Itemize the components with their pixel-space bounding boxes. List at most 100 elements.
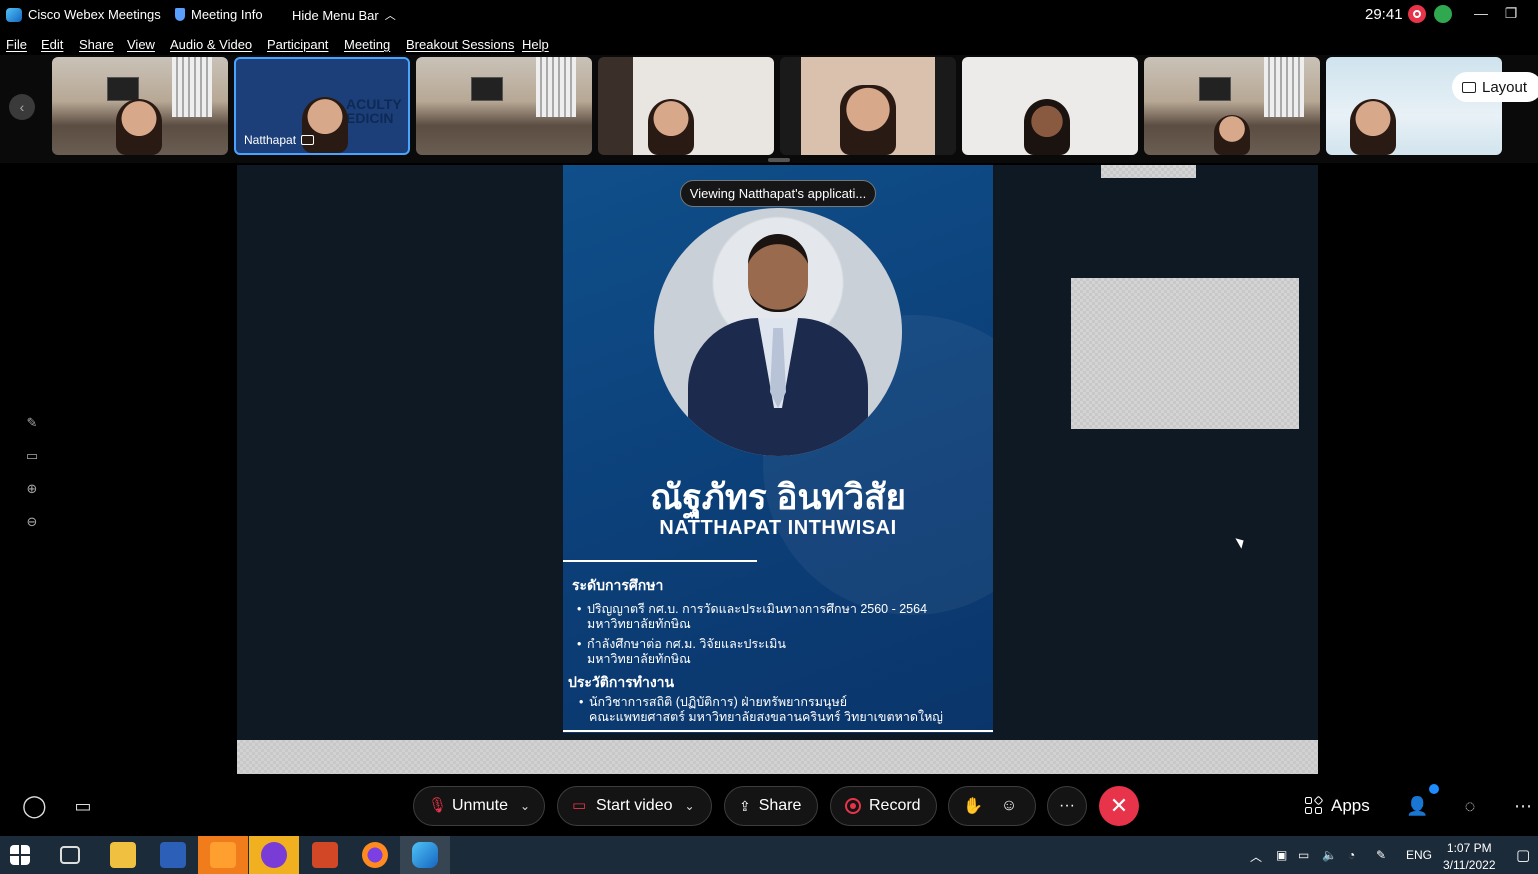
meet-now-icon[interactable]: ▣ [1276, 848, 1287, 862]
participant-video [1214, 115, 1250, 155]
meeting-info-button[interactable]: Meeting Info [175, 7, 263, 22]
unmute-button[interactable]: 🎙 Unmute ⌄ [413, 786, 545, 826]
windows-taskbar: ︿ ▣ ▭ 🔈 ◔ ✎ ENG 1:07 PM 3/11/2022 ▢ [0, 836, 1538, 874]
placeholder-region [1101, 165, 1196, 178]
meeting-timer: 29:41 [1365, 6, 1403, 23]
share-button[interactable]: ⇪ Share [724, 786, 818, 826]
start-video-button[interactable]: ▭ Start video ⌄ [557, 786, 712, 826]
taskbar-clock[interactable]: 1:07 PM 3/11/2022 [1443, 840, 1496, 874]
hide-menu-bar-button[interactable]: Hide Menu Bar ︿ [292, 7, 396, 23]
volume-icon[interactable]: 🔈 [1322, 848, 1337, 862]
captions-icon[interactable]: ▭ [72, 795, 94, 817]
apps-button[interactable]: Apps [1305, 795, 1370, 816]
remote-control-icon[interactable]: ▭ [22, 446, 42, 466]
clock-date: 3/11/2022 [1443, 858, 1496, 872]
record-label: Record [869, 797, 921, 814]
layout-label: Layout [1482, 78, 1528, 96]
powerpoint-icon[interactable] [312, 842, 338, 868]
reactions-icon[interactable]: ☺ [1001, 797, 1017, 815]
divider [563, 730, 993, 732]
menu-share[interactable]: Share [79, 37, 114, 52]
menu-breakout-sessions[interactable]: Breakout Sessions [406, 37, 514, 52]
strip-resize-handle[interactable] [768, 158, 790, 162]
network-stats-icon[interactable] [1434, 5, 1452, 23]
education-line: มหาวิทยาลัยทักษิณ [587, 652, 691, 666]
participant-tile[interactable] [962, 57, 1138, 155]
meeting-controls: ◯ ▭ 🎙 Unmute ⌄ ▭ Start video ⌄ ⇪ Share R… [0, 774, 1538, 836]
chat-icon[interactable]: ◌ [1459, 795, 1481, 817]
hide-menu-label: Hide Menu Bar [292, 7, 379, 23]
pen-icon[interactable]: ✎ [1376, 848, 1386, 862]
zoom-in-icon[interactable]: ⊕ [22, 479, 42, 499]
menu-edit[interactable]: Edit [41, 37, 63, 52]
participant-video [648, 99, 694, 155]
minimize-button[interactable]: — [1467, 2, 1495, 26]
menu-help[interactable]: Help [522, 37, 549, 52]
chevron-down-icon[interactable]: ⌄ [520, 799, 530, 813]
participant-video [1024, 99, 1070, 155]
language-indicator[interactable]: ENG [1406, 848, 1432, 862]
profile-photo [654, 208, 902, 456]
clock-time: 1:07 PM [1446, 841, 1492, 855]
unmute-label: Unmute [452, 797, 509, 814]
menu-participant[interactable]: Participant [267, 37, 328, 52]
more-panels-icon[interactable]: ⋯ [1512, 795, 1534, 817]
annotate-icon[interactable]: ✎ [22, 413, 42, 433]
app-icon[interactable] [210, 842, 236, 868]
participant-tile-active[interactable]: ACULTY EDICIN Natthapat [234, 57, 410, 155]
participant-tile[interactable] [416, 57, 592, 155]
chevron-up-icon: ︿ [384, 10, 396, 22]
work-title: ประวัติการทำงาน [568, 674, 675, 690]
profile-poster: ณัฐภัทร อินทวิสัย NATTHAPAT INTHWISAI ระ… [563, 165, 993, 733]
wifi-icon[interactable]: ◔ [1348, 848, 1355, 862]
task-view-icon[interactable] [60, 846, 80, 864]
work-line: คณะแพทยศาสตร์ มหาวิทยาลัยสงขลานครินทร์ ว… [589, 710, 943, 724]
notifications-icon[interactable]: ▢ [1516, 846, 1530, 864]
participant-tile[interactable] [52, 57, 228, 155]
placeholder-region [237, 740, 1318, 774]
menu-audio-video[interactable]: Audio & Video [170, 37, 252, 52]
title-bar: Cisco Webex Meetings Meeting Info Hide M… [0, 0, 1538, 30]
chevron-down-icon[interactable]: ⌄ [684, 799, 694, 813]
apps-icon [1305, 795, 1324, 815]
raise-hand-icon[interactable]: ✋ [963, 796, 983, 816]
recording-indicator-icon[interactable] [1408, 5, 1426, 23]
participants-icon[interactable]: 👤 [1406, 795, 1428, 817]
webex-icon[interactable] [412, 842, 438, 868]
app-title: Cisco Webex Meetings [6, 7, 161, 22]
photo-head [748, 234, 808, 312]
word-icon[interactable] [160, 842, 186, 868]
app-name: Cisco Webex Meetings [28, 7, 161, 22]
education-line: กำลังศึกษาต่อ กศ.ม. วิจัยและประเมิน [587, 637, 786, 651]
scroll-left-button[interactable]: ‹ [9, 94, 35, 120]
end-meeting-button[interactable]: ✕ [1099, 786, 1139, 826]
work-line: นักวิชาการสถิติ (ปฏิบัติการ) ฝ่ายทรัพยาก… [589, 695, 848, 709]
webex-assistant-icon[interactable]: ◯ [22, 795, 47, 817]
share-label: Share [758, 797, 802, 814]
windows-start-icon[interactable] [10, 845, 30, 865]
menu-view[interactable]: View [127, 37, 155, 52]
menu-file[interactable]: File [6, 37, 27, 52]
zoom-out-icon[interactable]: ⊖ [22, 512, 42, 532]
participant-tile[interactable] [598, 57, 774, 155]
app-icon[interactable] [261, 842, 287, 868]
participant-tile[interactable] [780, 57, 956, 155]
firefox-icon[interactable] [362, 842, 388, 868]
participant-name-tag: Natthapat [244, 133, 315, 147]
file-explorer-icon[interactable] [110, 842, 136, 868]
restore-button[interactable]: ❐ [1497, 2, 1525, 26]
notification-badge [1429, 784, 1439, 794]
tray-chevron-up-icon[interactable]: ︿ [1250, 848, 1262, 865]
apps-label: Apps [1331, 796, 1370, 815]
menu-meeting[interactable]: Meeting [344, 37, 390, 52]
record-button[interactable]: Record [830, 786, 937, 826]
battery-icon[interactable]: ▭ [1298, 848, 1309, 862]
viewing-tooltip: Viewing Natthapat's applicati... [680, 180, 876, 207]
profile-name-english: NATTHAPAT INTHWISAI [659, 517, 897, 539]
layout-icon [1462, 81, 1476, 93]
placeholder-region [1071, 278, 1299, 429]
more-label: ··· [1059, 797, 1075, 814]
participant-tile[interactable] [1144, 57, 1320, 155]
more-options-button[interactable]: ··· [1047, 786, 1087, 826]
layout-button[interactable]: Layout [1452, 72, 1538, 102]
